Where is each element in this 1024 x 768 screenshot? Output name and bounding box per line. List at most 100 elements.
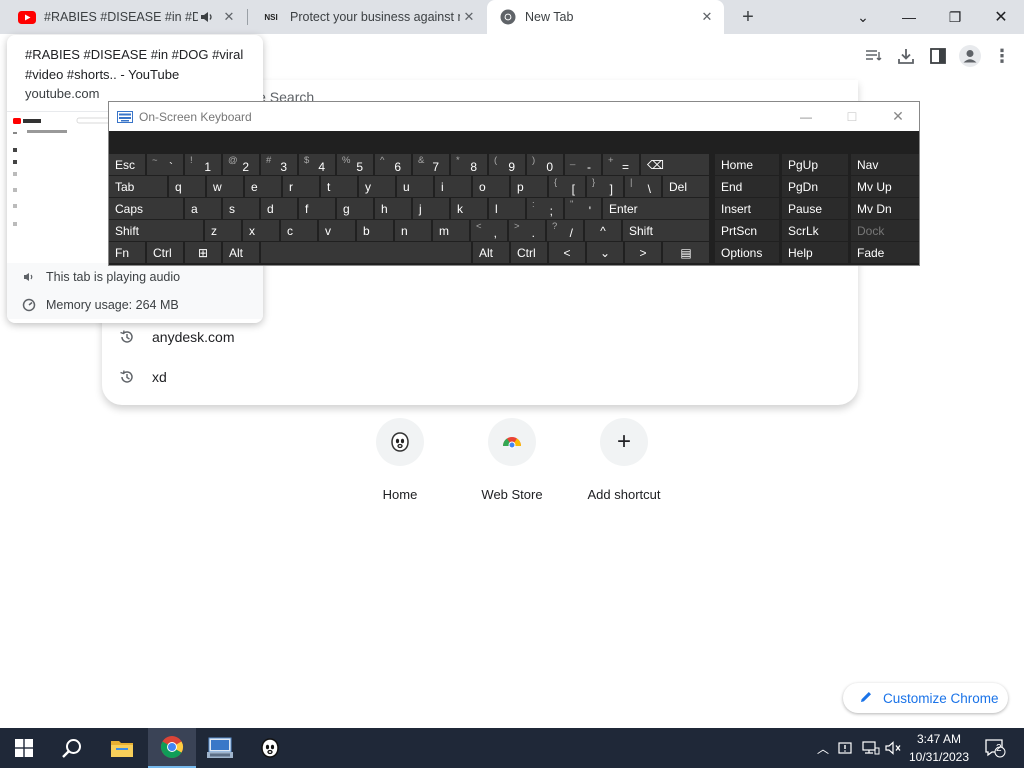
tab-key[interactable]: Tab xyxy=(109,176,167,197)
download-icon[interactable] xyxy=(893,44,919,68)
key-u[interactable]: u xyxy=(397,176,433,197)
osk-minimize-button[interactable]: — xyxy=(783,102,829,131)
network-alert-icon[interactable] xyxy=(836,738,856,758)
osk-close-button[interactable]: ✕ xyxy=(875,102,921,131)
new-tab-button[interactable]: + xyxy=(736,5,760,29)
key-2[interactable]: @2 xyxy=(223,154,259,175)
chevron-up-icon[interactable]: ︿ xyxy=(814,738,832,758)
enter-key[interactable]: Enter xyxy=(603,198,709,219)
tab-youtube[interactable]: #RABIES #DISEASE #in #DOG ✕ xyxy=(6,0,246,34)
key-o[interactable]: o xyxy=(473,176,509,197)
key-=[interactable]: + = xyxy=(603,154,639,175)
key-7[interactable]: & 7 xyxy=(413,154,449,175)
key-c[interactable]: c xyxy=(281,220,317,241)
shortcut-home[interactable]: Home xyxy=(350,418,450,502)
space-key[interactable] xyxy=(261,242,471,263)
key-.[interactable]: >. xyxy=(509,220,545,241)
notification-center-icon[interactable]: 2 xyxy=(982,736,1008,760)
key-e[interactable]: e xyxy=(245,176,281,197)
ctrl-key[interactable]: Ctrl xyxy=(511,242,547,263)
kebab-menu-icon[interactable]: ⋮ xyxy=(989,44,1015,68)
reading-list-icon[interactable] xyxy=(861,44,887,68)
arrow-right-key[interactable]: > xyxy=(625,242,661,263)
key-8[interactable]: * 8 xyxy=(451,154,487,175)
menu-key[interactable]: ▤ xyxy=(663,242,709,263)
key-i[interactable]: i xyxy=(435,176,471,197)
key-6[interactable]: ^ 6 xyxy=(375,154,411,175)
tab-new-tab[interactable]: New Tab ✕ xyxy=(487,0,724,34)
shift-key[interactable]: Shift xyxy=(109,220,203,241)
key-h[interactable]: h xyxy=(375,198,411,219)
backspace-key[interactable]: ⌫ xyxy=(641,154,709,175)
key-g[interactable]: g xyxy=(337,198,373,219)
key-options[interactable]: Options xyxy=(715,242,779,263)
key-j[interactable]: j xyxy=(413,198,449,219)
tab-protect-business[interactable]: NSI Protect your business against ne ✕ xyxy=(248,0,486,34)
key-`[interactable]: ~ ` xyxy=(147,154,183,175)
key-f[interactable]: f xyxy=(299,198,335,219)
key-s[interactable]: s xyxy=(223,198,259,219)
ctrl-key[interactable]: Ctrl xyxy=(147,242,183,263)
key-3[interactable]: #3 xyxy=(261,154,297,175)
tab-search-chevron-icon[interactable]: ⌄ xyxy=(840,0,886,34)
arrow-left-key[interactable]: < xyxy=(549,242,585,263)
close-tab-icon[interactable]: ✕ xyxy=(698,8,716,26)
arrow-up-key[interactable]: ^ xyxy=(585,220,621,241)
key-y[interactable]: y xyxy=(359,176,395,197)
customize-chrome-button[interactable]: Customize Chrome xyxy=(843,683,1008,713)
key-pgup[interactable]: PgUp xyxy=(782,154,848,175)
key-pgdn[interactable]: PgDn xyxy=(782,176,848,197)
key-m[interactable]: m xyxy=(433,220,469,241)
key-nav[interactable]: Nav xyxy=(851,154,919,175)
profile-avatar-icon[interactable] xyxy=(957,44,983,68)
fn-key[interactable]: Fn xyxy=(109,242,145,263)
key-z[interactable]: z xyxy=(205,220,241,241)
chrome-taskbar-button[interactable] xyxy=(148,728,196,768)
side-panel-icon[interactable] xyxy=(925,44,951,68)
key-insert[interactable]: Insert xyxy=(715,198,779,219)
suggestion-row[interactable]: anydesk.com xyxy=(102,318,858,356)
key-r[interactable]: r xyxy=(283,176,319,197)
volume-muted-icon[interactable] xyxy=(884,738,904,758)
key-p[interactable]: p xyxy=(511,176,547,197)
key-5[interactable]: % 5 xyxy=(337,154,373,175)
close-tab-icon[interactable]: ✕ xyxy=(460,8,478,26)
esc-key[interactable]: Esc xyxy=(109,154,145,175)
system-clock[interactable]: 3:47 AM 10/31/2023 xyxy=(902,730,976,766)
key-t[interactable]: t xyxy=(321,176,357,197)
maximize-button[interactable]: ❐ xyxy=(932,0,978,34)
key-'[interactable]: " ' xyxy=(565,198,601,219)
key-mv-dn[interactable]: Mv Dn xyxy=(851,198,919,219)
key-/[interactable]: ? / xyxy=(547,220,583,241)
speaker-icon[interactable] xyxy=(198,8,216,26)
key-\[interactable]: | \ xyxy=(625,176,661,197)
key-prtscn[interactable]: PrtScn xyxy=(715,220,779,241)
key-k[interactable]: k xyxy=(451,198,487,219)
key-;[interactable]: :; xyxy=(527,198,563,219)
key-w[interactable]: w xyxy=(207,176,243,197)
start-button[interactable] xyxy=(0,728,48,768)
key-b[interactable]: b xyxy=(357,220,393,241)
key-mv-up[interactable]: Mv Up xyxy=(851,176,919,197)
close-window-button[interactable]: ✕ xyxy=(978,0,1024,34)
key-,[interactable]: <, xyxy=(471,220,507,241)
search-button[interactable] xyxy=(48,728,96,768)
shortcut-web-store[interactable]: Web Store xyxy=(462,418,562,502)
ghost-app-taskbar-button[interactable] xyxy=(246,728,294,768)
on-screen-keyboard-taskbar-button[interactable] xyxy=(196,728,244,768)
key-1[interactable]: ! 1 xyxy=(185,154,221,175)
key-home[interactable]: Home xyxy=(715,154,779,175)
file-explorer-button[interactable] xyxy=(98,728,146,768)
windows-key[interactable]: ⊞ xyxy=(185,242,221,263)
delete-key[interactable]: Del xyxy=(663,176,709,197)
shortcut-add[interactable]: + Add shortcut xyxy=(574,418,674,502)
suggestion-row[interactable]: xd xyxy=(102,358,858,396)
key--[interactable]: _ - xyxy=(565,154,601,175)
alt-key[interactable]: Alt xyxy=(473,242,509,263)
alt-key[interactable]: Alt xyxy=(223,242,259,263)
caps-lock-key[interactable]: Caps xyxy=(109,198,183,219)
key-end[interactable]: End xyxy=(715,176,779,197)
key-scrlk[interactable]: ScrLk xyxy=(782,220,848,241)
key-n[interactable]: n xyxy=(395,220,431,241)
shift-key[interactable]: Shift xyxy=(623,220,709,241)
